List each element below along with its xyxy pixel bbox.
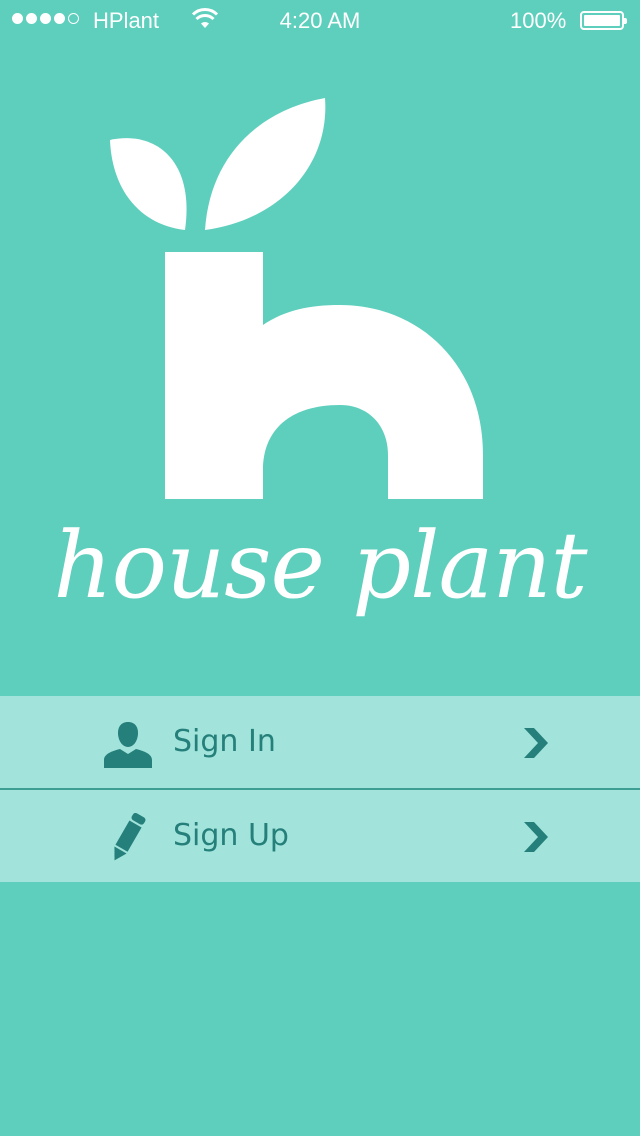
chevron-right-icon xyxy=(524,728,548,758)
sign-up-button[interactable]: Sign Up xyxy=(0,788,640,882)
chevron-right-icon xyxy=(524,822,548,852)
house-plant-logo-icon xyxy=(110,98,483,499)
left-leaf-icon xyxy=(110,138,187,230)
sign-in-button[interactable]: Sign In xyxy=(0,696,640,788)
h-letterform xyxy=(165,252,483,499)
right-leaf-icon xyxy=(205,98,326,230)
sign-in-label: Sign In xyxy=(173,724,276,759)
status-bar: HPlant 4:20 AM 100% xyxy=(0,0,640,40)
app-wordmark: house plant xyxy=(53,512,587,619)
sign-up-label: Sign Up xyxy=(173,818,289,853)
pencil-icon xyxy=(114,812,146,861)
battery-icon xyxy=(580,11,627,30)
user-icon xyxy=(104,722,152,768)
battery-percentage: 100% xyxy=(510,8,567,33)
auth-menu: Sign In Sign Up xyxy=(0,696,640,882)
